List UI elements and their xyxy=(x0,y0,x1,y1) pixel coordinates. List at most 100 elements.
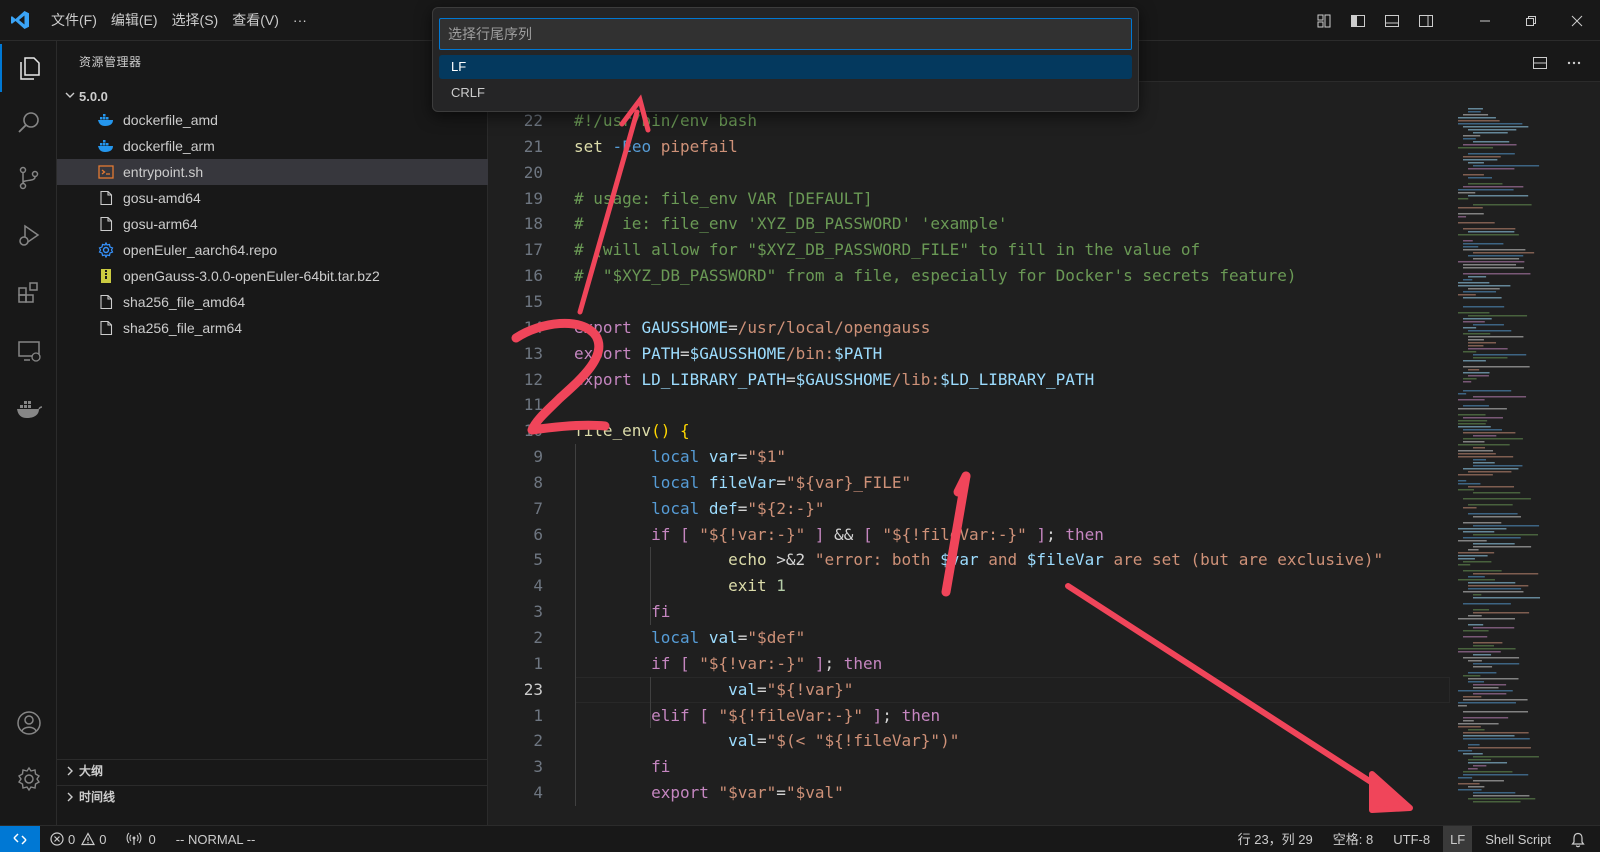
extensions-icon[interactable] xyxy=(0,268,57,316)
close-window-icon[interactable] xyxy=(1554,0,1600,41)
docker-icon[interactable] xyxy=(0,385,57,433)
code-line[interactable]: 20 xyxy=(488,160,1450,186)
end-of-line[interactable]: LF xyxy=(1443,826,1473,852)
code-text: if [ "${!var:-}" ] && [ "${!fileVar:-}" … xyxy=(574,522,1104,548)
accounts-icon[interactable] xyxy=(0,699,57,747)
code-text: local fileVar="${var}_FILE" xyxy=(574,470,911,496)
file-item[interactable]: sha256_file_arm64 xyxy=(57,315,488,341)
file-item[interactable]: gosu-amd64 xyxy=(57,185,488,211)
file-item[interactable]: entrypoint.sh xyxy=(57,159,488,185)
problems-indicator[interactable]: 0 0 xyxy=(40,826,113,852)
code-token: set xyxy=(574,136,603,156)
code-line[interactable]: 14 export GAUSSHOME=/usr/local/opengauss xyxy=(488,315,1450,341)
minimize-icon[interactable] xyxy=(1462,0,1508,41)
source-control-icon[interactable] xyxy=(0,154,57,202)
code-line[interactable]: 5 echo >&2 "error: both $var and $fileVa… xyxy=(488,547,1450,573)
remote-indicator-icon[interactable] xyxy=(0,825,40,852)
menu-view[interactable]: 查看(V) xyxy=(227,7,284,33)
minimap-line xyxy=(1473,447,1486,449)
encoding[interactable]: UTF-8 xyxy=(1386,826,1437,852)
code-line[interactable]: 17 # (will allow for "$XYZ_DB_PASSWORD_FI… xyxy=(488,237,1450,263)
vertical-scrollbar[interactable] xyxy=(1586,82,1600,825)
code-line[interactable]: 6 if [ "${!var:-}" ] && [ "${!fileVar:-}… xyxy=(488,522,1450,548)
minimap-line xyxy=(1468,747,1531,749)
file-item[interactable]: openGauss-3.0.0-openEuler-64bit.tar.bz2 xyxy=(57,263,488,289)
toggle-primary-sidebar-icon[interactable] xyxy=(1342,5,1374,37)
notifications-bell-icon[interactable] xyxy=(1564,826,1592,852)
run-debug-icon[interactable] xyxy=(0,211,57,259)
cursor-position[interactable]: 行 23，列 29 xyxy=(1231,826,1320,852)
sidebar-title: 资源管理器 xyxy=(79,55,142,69)
code-token: "${2:-}" xyxy=(747,498,825,518)
file-item[interactable]: openEuler_aarch64.repo xyxy=(57,237,488,263)
file-item[interactable]: dockerfile_arm xyxy=(57,133,488,159)
code-token: [ xyxy=(863,524,873,544)
code-line[interactable]: 1 elif [ "${!fileVar:-}" ]; then xyxy=(488,703,1450,729)
minimap-line xyxy=(1458,393,1467,395)
explorer-icon[interactable] xyxy=(0,44,57,92)
customize-layout-icon[interactable] xyxy=(1308,5,1340,37)
minimap[interactable] xyxy=(1450,106,1570,825)
file-icon xyxy=(97,319,115,337)
code-line[interactable]: 9 local var="$1" xyxy=(488,444,1450,470)
settings-gear-icon[interactable] xyxy=(0,755,57,803)
code-line[interactable]: 8 local fileVar="${var}_FILE" xyxy=(488,470,1450,496)
code-line[interactable]: 1 if [ "${!var:-}" ]; then xyxy=(488,651,1450,677)
file-item[interactable]: sha256_file_amd64 xyxy=(57,289,488,315)
restore-icon[interactable] xyxy=(1508,0,1554,41)
split-editor-icon[interactable] xyxy=(1524,47,1556,79)
indentation[interactable]: 空格: 8 xyxy=(1326,826,1380,852)
code-token: "$1" xyxy=(747,447,786,467)
code-line[interactable]: 16 # "$XYZ_DB_PASSWORD" from a file, espe… xyxy=(488,263,1450,289)
remote-explorer-icon[interactable] xyxy=(0,327,57,375)
code-line[interactable]: 2 val="$(< "${!fileVar}")" xyxy=(488,728,1450,754)
code-line[interactable]: 19 # usage: file_env VAR [DEFAULT] xyxy=(488,186,1450,212)
code-token: { xyxy=(679,421,690,441)
language-mode[interactable]: Shell Script xyxy=(1478,826,1558,852)
editor-area: 2 2 #!/usr/bin/env bash 21 set -Eeo pipefail… xyxy=(488,41,1600,825)
minimap-line xyxy=(1463,753,1483,755)
menu-more[interactable]: ··· xyxy=(288,7,312,33)
code-line[interactable]: 4 export "$var"="$val" xyxy=(488,780,1450,806)
menu-edit[interactable]: 编辑(E) xyxy=(106,7,163,33)
quick-pick-option-lf[interactable]: LF xyxy=(439,55,1132,79)
more-actions-icon[interactable] xyxy=(1558,47,1590,79)
code-token: local xyxy=(651,447,700,467)
code-line[interactable]: 12 export LD_LIBRARY_PATH=$GAUSSHOME/lib:… xyxy=(488,367,1450,393)
code-line[interactable]: 2 local val="$def" xyxy=(488,625,1450,651)
ports-indicator[interactable]: 0 xyxy=(119,826,162,852)
line-number: 6 xyxy=(533,524,543,544)
code-line[interactable]: 23 val="${!var}" xyxy=(488,677,1450,703)
minimap-line xyxy=(1468,786,1485,788)
code-token: $LD_LIBRARY_PATH xyxy=(940,369,1095,389)
file-item[interactable]: dockerfile_amd xyxy=(57,107,488,133)
timeline-section[interactable]: 时间线 xyxy=(57,785,488,807)
code-line[interactable]: 3 fi xyxy=(488,599,1450,625)
minimap-line xyxy=(1463,273,1531,275)
file-item[interactable]: gosu-arm64 xyxy=(57,211,488,237)
menu-file[interactable]: 文件(F) xyxy=(46,7,102,33)
folder-header[interactable]: 5.0.0 xyxy=(57,85,488,107)
outline-section[interactable]: 大纲 xyxy=(57,759,488,781)
code-line[interactable]: 3 fi xyxy=(488,754,1450,780)
code-text: if [ "${!var:-}" ]; then xyxy=(574,651,882,677)
code-line[interactable]: 13 export PATH=$GAUSSHOME/bin:$PATH xyxy=(488,341,1450,367)
line-number: 10 xyxy=(523,421,543,441)
quick-pick-option-crlf[interactable]: CRLF xyxy=(439,81,1132,105)
code-line[interactable]: 21 set -Eeo pipefail xyxy=(488,134,1450,160)
toggle-secondary-sidebar-icon[interactable] xyxy=(1410,5,1442,37)
code-line[interactable]: 10 file_env() { xyxy=(488,418,1450,444)
code-token: then xyxy=(843,653,883,673)
code-line[interactable]: 18 # ie: file_env 'XYZ_DB_PASSWORD' 'exam… xyxy=(488,211,1450,237)
code-line[interactable]: 15 xyxy=(488,289,1450,315)
toggle-panel-icon[interactable] xyxy=(1376,5,1408,37)
minimap-line xyxy=(1458,213,1484,215)
search-icon[interactable] xyxy=(0,99,57,147)
quick-pick-input[interactable] xyxy=(439,18,1132,50)
menu-selection[interactable]: 选择(S) xyxy=(167,7,224,33)
code-line[interactable]: 4 exit 1 xyxy=(488,573,1450,599)
code-line[interactable]: 7 local def="${2:-}" xyxy=(488,496,1450,522)
code-line[interactable]: 11 xyxy=(488,392,1450,418)
